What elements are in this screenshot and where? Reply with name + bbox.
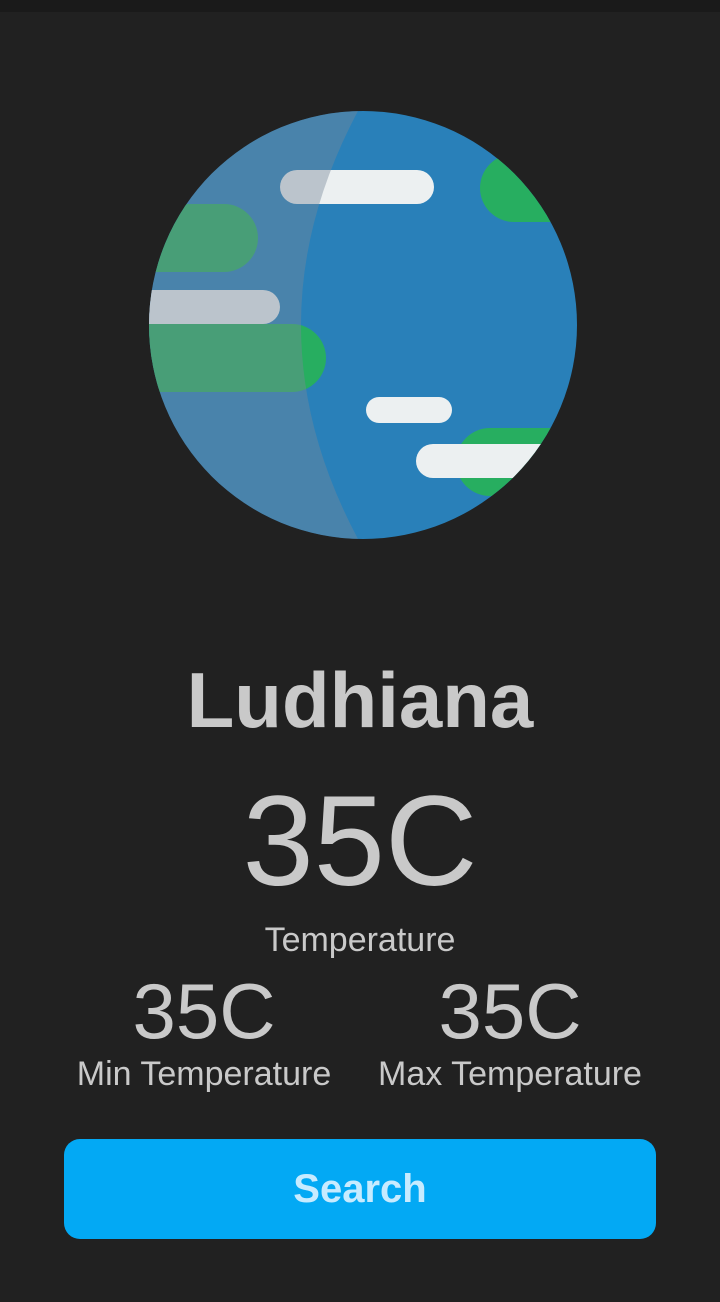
min-temperature-block: 35C Min Temperature — [54, 968, 354, 1094]
status-bar — [0, 0, 720, 12]
temperature-label: Temperature — [264, 921, 456, 959]
globe-icon — [149, 111, 577, 539]
max-temperature-value: 35C — [438, 967, 582, 1055]
max-temperature-label: Max Temperature — [378, 1055, 642, 1093]
search-button[interactable]: Search — [64, 1139, 656, 1239]
city-name: Ludhiana — [186, 656, 534, 744]
current-temperature: 35C — [242, 770, 478, 913]
min-temperature-value: 35C — [132, 967, 276, 1055]
min-temperature-label: Min Temperature — [76, 1055, 332, 1093]
max-temperature-block: 35C Max Temperature — [360, 968, 660, 1094]
